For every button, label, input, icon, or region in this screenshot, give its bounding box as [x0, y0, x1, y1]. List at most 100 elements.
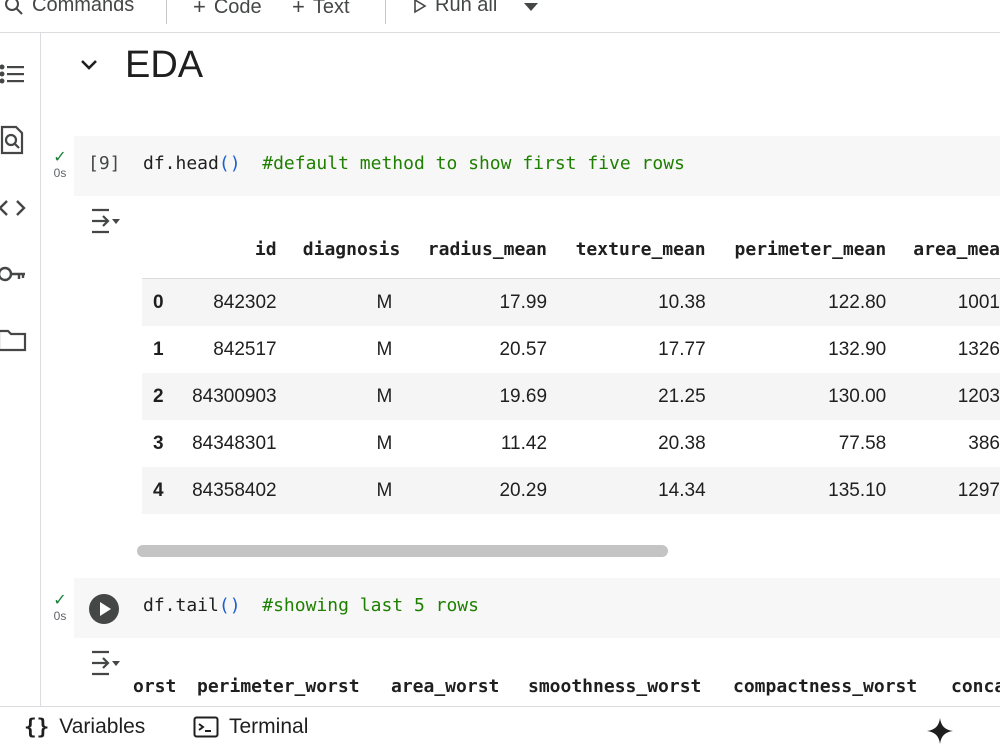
- terminal-label: Terminal: [229, 715, 309, 738]
- files-folder-icon[interactable]: [0, 325, 30, 355]
- checkmark-icon: ✓: [53, 592, 67, 609]
- horizontal-scrollbar[interactable]: [137, 545, 668, 557]
- run-time: 0s: [53, 609, 67, 623]
- add-text-button[interactable]: + Text: [292, 0, 350, 20]
- cell-texture-mean: 20.38: [658, 432, 706, 454]
- row-index: 2: [142, 373, 177, 420]
- cell-perimeter-mean: 132.90: [828, 338, 887, 360]
- code-parens: (): [218, 595, 241, 616]
- find-icon[interactable]: [0, 125, 30, 155]
- run-cell-button[interactable]: [89, 594, 119, 624]
- cell-area-mean: 1326: [957, 338, 1000, 360]
- cell-perimeter-mean: 77.58: [838, 432, 887, 454]
- secrets-key-icon[interactable]: [0, 259, 30, 289]
- command-palette-button[interactable]: Commands: [4, 0, 134, 17]
- caret-down-icon: [524, 3, 538, 11]
- cell-id: 84348301: [192, 432, 277, 454]
- row-index: 4: [142, 467, 177, 514]
- text-label: Text: [312, 0, 350, 18]
- cell-id: 84358402: [176, 467, 277, 514]
- run-options-dropdown[interactable]: [523, 2, 539, 12]
- cell-perimeter-mean: 135.10: [705, 467, 887, 514]
- plus-icon: +: [292, 0, 305, 19]
- code-cell-tail[interactable]: df.tail() #showing last 5 rows: [74, 578, 1000, 638]
- toolbar-divider: [166, 0, 167, 24]
- output-actions-icon[interactable]: [89, 206, 121, 236]
- cell-perimeter-mean: 122.80: [705, 278, 887, 326]
- column-header: texture_mean: [547, 220, 706, 279]
- code-editor[interactable]: df.head() #default method to show first …: [143, 153, 685, 174]
- cell-diagnosis: M: [276, 373, 401, 420]
- cell-diagnosis: M: [376, 338, 393, 360]
- table-of-contents-icon[interactable]: [0, 59, 30, 89]
- column-header: conca: [951, 676, 1000, 697]
- toolbar-divider: [385, 0, 386, 24]
- cell-id: 842517: [213, 338, 277, 360]
- code-call: df.tail: [143, 595, 219, 616]
- cell-radius-mean: 19.69: [400, 373, 548, 420]
- dataframe-head-output: id diagnosis radius_mean texture_mean pe…: [142, 220, 1000, 520]
- code-editor[interactable]: df.tail() #showing last 5 rows: [143, 595, 479, 616]
- add-code-button[interactable]: + Code: [193, 0, 262, 20]
- play-outline-icon: [414, 0, 427, 13]
- variables-label: Variables: [59, 715, 146, 738]
- column-header: perimeter_worst: [197, 676, 360, 697]
- dataframe-table: id diagnosis radius_mean texture_mean pe…: [142, 220, 1000, 514]
- bottom-bar: {} Variables Terminal: [0, 706, 1000, 750]
- search-icon: [5, 0, 23, 15]
- column-header: area_mea: [886, 220, 1000, 279]
- column-header: smoothness_worst: [528, 676, 702, 697]
- run-all-label: Run all: [435, 0, 498, 16]
- execution-count: [9]: [88, 153, 121, 174]
- cell-radius-mean: 17.99: [400, 278, 548, 326]
- column-header: diagnosis: [276, 220, 401, 279]
- cell-texture-mean: 21.25: [547, 373, 706, 420]
- plus-icon: +: [193, 0, 206, 19]
- row-index: 0: [142, 278, 177, 326]
- dataframe-tail-header: orst perimeter_worst area_worst smoothne…: [133, 676, 1000, 706]
- cell-area-mean: 1001: [886, 278, 1000, 326]
- column-header: radius_mean: [400, 220, 548, 279]
- column-header: id: [176, 220, 277, 279]
- table-header-row: id diagnosis radius_mean texture_mean pe…: [142, 220, 1000, 279]
- commands-label: Commands: [32, 0, 135, 16]
- cell-diagnosis: M: [276, 467, 401, 514]
- index-header: [142, 220, 177, 279]
- cell-radius-mean: 20.57: [499, 338, 548, 360]
- run-time: 0s: [53, 166, 67, 180]
- cell-area-mean: 1297: [886, 467, 1000, 514]
- section-collapse-toggle[interactable]: [76, 52, 102, 78]
- terminal-button[interactable]: Terminal: [193, 715, 308, 739]
- code-call: df.head: [143, 153, 219, 174]
- braces-icon: {}: [24, 715, 50, 739]
- cell-run-status: ✓ 0s: [49, 150, 71, 181]
- variables-button[interactable]: {} Variables: [24, 715, 145, 739]
- cell-diagnosis: M: [376, 432, 393, 454]
- code-label: Code: [213, 0, 262, 18]
- table-row: 3 84348301 M 11.42 20.38 77.58 386: [142, 420, 1000, 467]
- output-actions-icon[interactable]: [89, 648, 121, 678]
- table-row: 4 84358402 M 20.29 14.34 135.10 1297: [142, 467, 1000, 514]
- cell-area-mean: 386: [968, 432, 1000, 454]
- terminal-icon: [193, 716, 219, 738]
- chevron-down-icon: [81, 60, 97, 70]
- row-index: 1: [153, 338, 164, 360]
- cell-texture-mean: 10.38: [547, 278, 706, 326]
- code-cell-head[interactable]: [9] df.head() #default method to show fi…: [74, 136, 1000, 196]
- column-header: orst: [133, 676, 177, 697]
- cell-area-mean: 1203: [886, 373, 1000, 420]
- run-all-button[interactable]: Run all: [413, 0, 497, 17]
- table-row: 1 842517 M 20.57 17.77 132.90 1326: [142, 326, 1000, 373]
- cell-perimeter-mean: 130.00: [705, 373, 887, 420]
- column-header: compactness_worst: [733, 676, 918, 697]
- cell-run-status: ✓ 0s: [49, 592, 71, 624]
- cell-id: 84300903: [176, 373, 277, 420]
- code-snippets-icon[interactable]: [0, 193, 30, 223]
- toolbar: Commands + Code + Text Run all: [0, 0, 1000, 33]
- gemini-button[interactable]: [926, 717, 954, 745]
- table-row: 0 842302 M 17.99 10.38 122.80 1001: [142, 278, 1000, 326]
- cell-radius-mean: 11.42: [500, 432, 548, 454]
- cell-texture-mean: 14.34: [547, 467, 706, 514]
- cell-diagnosis: M: [276, 278, 401, 326]
- code-comment: #showing last 5 rows: [262, 595, 479, 616]
